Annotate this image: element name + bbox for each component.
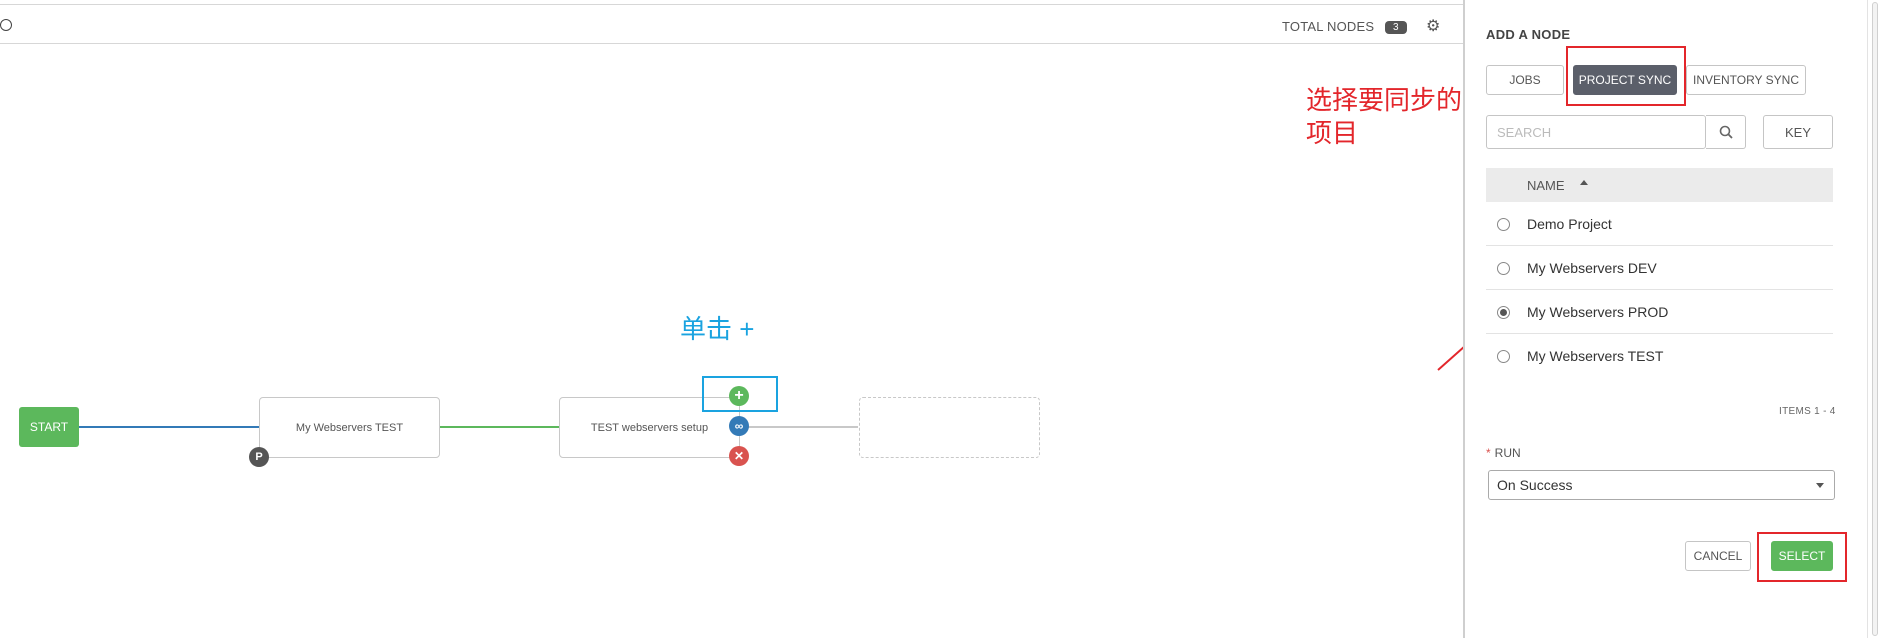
list-item[interactable]: My Webservers PROD (1486, 290, 1833, 334)
list-item[interactable]: My Webservers DEV (1486, 246, 1833, 290)
workflow-canvas[interactable]: TOTAL NODES 3 ⚙ START My Webservers TEST… (0, 0, 1480, 638)
project-name: My Webservers DEV (1527, 260, 1657, 276)
placeholder-node (859, 397, 1040, 458)
tab-inventory-sync[interactable]: INVENTORY SYNC (1686, 65, 1806, 95)
panel-scrollbar[interactable] (1867, 0, 1881, 638)
search-icon (1719, 125, 1733, 139)
required-marker: * (1486, 446, 1491, 460)
link-icon[interactable]: ∞ (729, 416, 749, 436)
list-header: NAME (1486, 168, 1833, 202)
workflow-editor: TOTAL NODES 3 ⚙ START My Webservers TEST… (0, 0, 1881, 638)
list-item[interactable]: My Webservers TEST (1486, 334, 1833, 378)
run-label-text: RUN (1494, 446, 1521, 460)
canvas-toolbar: TOTAL NODES 3 ⚙ (0, 4, 1463, 44)
annotation-box-project-sync (1566, 46, 1686, 106)
annotation-click-plus: 单击 + (680, 314, 755, 344)
node-label: TEST webservers setup (590, 421, 709, 434)
total-nodes-label: TOTAL NODES (1282, 19, 1375, 34)
node-label: My Webservers TEST (295, 421, 404, 434)
run-select-value: On Success (1497, 477, 1573, 493)
delete-node-icon[interactable]: ✕ (729, 446, 749, 466)
tab-jobs[interactable]: JOBS (1486, 65, 1564, 95)
radio-button[interactable] (1497, 306, 1510, 319)
radio-button[interactable] (1497, 218, 1510, 231)
items-count: ITEMS 1 - 4 (1779, 406, 1836, 417)
name-column-header[interactable]: NAME (1527, 178, 1565, 193)
sort-ascending-icon[interactable] (1580, 180, 1588, 185)
project-badge-icon: P (249, 447, 269, 467)
compass-icon[interactable] (0, 19, 12, 31)
radio-button[interactable] (1497, 350, 1510, 363)
link-line-start (79, 426, 260, 428)
annotation-box-select (1757, 532, 1847, 582)
project-name: Demo Project (1527, 216, 1612, 232)
gear-icon[interactable]: ⚙ (1426, 19, 1440, 35)
total-nodes-badge: 3 (1385, 21, 1407, 34)
run-select[interactable]: On Success (1488, 470, 1835, 500)
annotation-line: 项目 (1306, 118, 1359, 148)
scrollbar-thumb[interactable] (1872, 2, 1878, 636)
panel-title: ADD A NODE (1486, 27, 1571, 42)
link-line-success (440, 426, 559, 428)
key-button[interactable]: KEY (1763, 115, 1833, 149)
workflow-node[interactable]: My Webservers TEST (259, 397, 440, 458)
project-name: My Webservers PROD (1527, 304, 1669, 320)
radio-button[interactable] (1497, 262, 1510, 275)
annotation-line: 选择要同步的 (1306, 85, 1463, 115)
link-line-placeholder (739, 426, 858, 428)
start-node[interactable]: START (19, 407, 79, 447)
cancel-button[interactable]: CANCEL (1685, 541, 1751, 571)
annotation-box-add (702, 376, 778, 412)
list-item[interactable]: Demo Project (1486, 202, 1833, 246)
chevron-down-icon (1816, 483, 1824, 488)
search-button[interactable] (1706, 115, 1746, 149)
search-input[interactable] (1486, 115, 1706, 149)
add-node-panel: ADD A NODE JOBS PROJECT SYNC INVENTORY S… (1463, 0, 1881, 638)
annotation-choose-project: 选择要同步的 项目 (1306, 84, 1476, 150)
run-label: * RUN (1486, 446, 1521, 460)
project-name: My Webservers TEST (1527, 348, 1664, 364)
